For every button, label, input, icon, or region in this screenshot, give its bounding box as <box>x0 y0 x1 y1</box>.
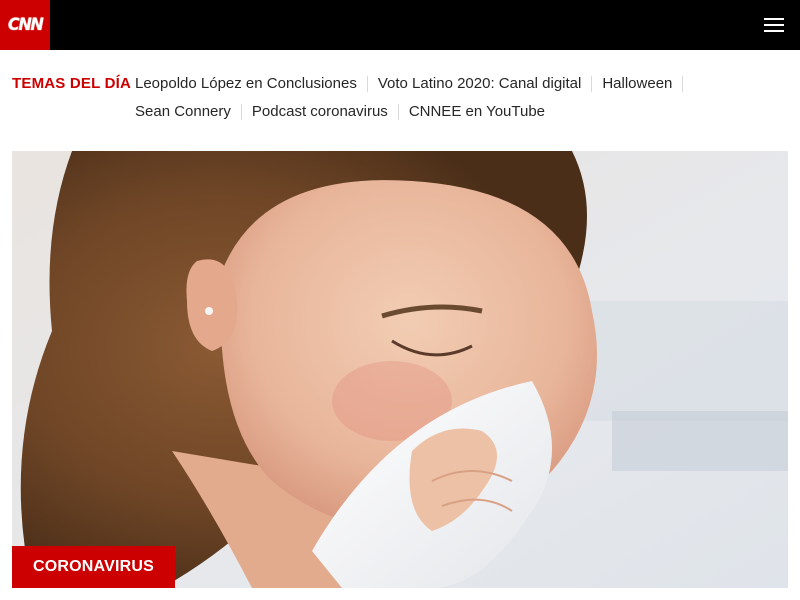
hero-story[interactable]: CORONAVIRUS <box>12 151 788 588</box>
trending-link-halloween[interactable]: Halloween <box>592 76 684 92</box>
trending-item: CNNEE en YouTube <box>399 98 555 126</box>
trending-link-sean-connery[interactable]: Sean Connery <box>125 104 242 120</box>
trending-title: TEMAS DEL DÍA <box>12 75 131 92</box>
trending-link-leopoldo-lopez[interactable]: Leopoldo López en Conclusiones <box>125 76 368 92</box>
trending-item: Halloween <box>592 70 684 98</box>
hero-image <box>12 151 788 588</box>
menu-line <box>764 24 784 26</box>
cnn-logo[interactable]: CNN <box>0 0 50 50</box>
trending-item: Leopoldo López en Conclusiones <box>125 70 368 98</box>
hamburger-menu-icon[interactable] <box>764 17 786 33</box>
category-label[interactable]: CORONAVIRUS <box>12 546 176 588</box>
trending-link-voto-latino[interactable]: Voto Latino 2020: Canal digital <box>368 76 593 92</box>
trending-link-cnnee-youtube[interactable]: CNNEE en YouTube <box>399 104 555 120</box>
trending-item: Voto Latino 2020: Canal digital <box>368 70 593 98</box>
trending-item: Sean Connery <box>125 98 242 126</box>
trending-list: Leopoldo López en Conclusiones Voto Lati… <box>125 70 792 126</box>
menu-line <box>764 18 784 20</box>
top-navigation-bar: CNN <box>0 0 800 50</box>
trending-item: Podcast coronavirus <box>242 98 399 126</box>
logo-text: CNN <box>7 15 44 35</box>
trending-link-podcast-coronavirus[interactable]: Podcast coronavirus <box>242 104 399 120</box>
menu-line <box>764 30 784 32</box>
